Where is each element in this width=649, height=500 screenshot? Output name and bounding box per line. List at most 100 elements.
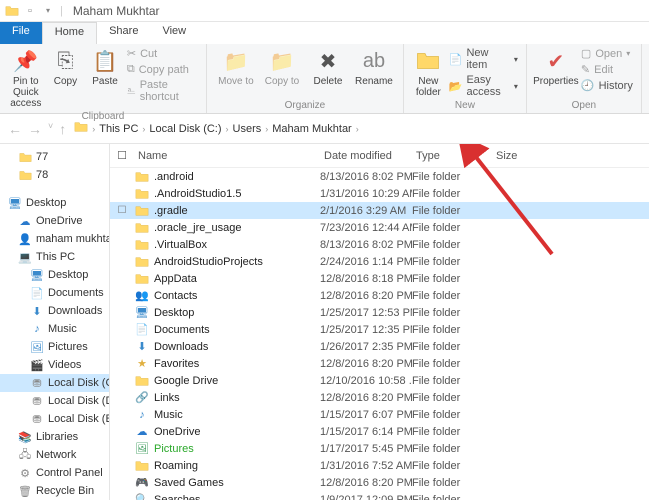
easy-access-button[interactable]: 📂Easy access▾ [447, 73, 520, 99]
file-row[interactable]: ☐.gradle2/1/2016 3:29 AMFile folder [110, 202, 649, 219]
cut-button[interactable]: ✂Cut [125, 46, 200, 61]
delete-button[interactable]: ✖Delete [305, 46, 351, 89]
sidebar-item[interactable]: ⬇Downloads [0, 302, 109, 320]
sidebar-item[interactable]: 🖥Desktop [0, 266, 109, 284]
file-row[interactable]: ☁OneDrive1/15/2017 6:14 PMFile folder [110, 423, 649, 440]
rename-button[interactable]: abRename [351, 46, 397, 89]
column-name[interactable]: Name [134, 150, 320, 162]
file-row[interactable]: .oracle_jre_usage7/23/2016 12:44 AMFile … [110, 219, 649, 236]
file-row[interactable]: 🎮Saved Games12/8/2016 8:20 PMFile folder [110, 474, 649, 491]
recent-dropdown[interactable]: ˅ [48, 121, 53, 137]
sidebar-item-network[interactable]: 🖧Network [0, 446, 109, 464]
breadcrumb-root-icon[interactable] [74, 120, 88, 137]
copy-path-button[interactable]: ⧉Copy path [125, 62, 200, 77]
file-row[interactable]: 👥Contacts12/8/2016 8:20 PMFile folder [110, 287, 649, 304]
sidebar-item[interactable]: 78 [0, 166, 109, 184]
breadcrumb-item[interactable]: Local Disk (C:) [149, 123, 221, 135]
up-button[interactable]: ↑ [59, 121, 66, 137]
sidebar-item[interactable]: 77 [0, 148, 109, 166]
file-list-pane: ☐ Name Date modified Type Size .android8… [110, 144, 649, 500]
properties-icon[interactable]: ▫ [22, 3, 38, 19]
history-button[interactable]: 🕘History [579, 78, 635, 93]
sidebar-item-controlpanel[interactable]: ⚙Control Panel [0, 464, 109, 482]
file-row[interactable]: AppData12/8/2016 8:18 PMFile folder [110, 270, 649, 287]
tab-view[interactable]: View [150, 22, 198, 44]
onedrive-icon: ☁ [134, 425, 150, 439]
paste-button[interactable]: 📋 Paste [85, 46, 125, 89]
file-row[interactable]: .VirtualBox8/13/2016 8:02 PMFile folder [110, 236, 649, 253]
file-date: 12/8/2016 8:20 PM [320, 477, 412, 489]
properties-button[interactable]: ✔Properties [533, 46, 579, 89]
sidebar-item[interactable]: 📄Documents [0, 284, 109, 302]
chevron-right-icon[interactable]: › [92, 124, 95, 134]
sidebar-item-onedrive[interactable]: ☁OneDrive [0, 212, 109, 230]
sidebar-item-thispc[interactable]: 💻This PC [0, 248, 109, 266]
sidebar-item[interactable]: ♪Music [0, 320, 109, 338]
tab-home[interactable]: Home [42, 22, 97, 44]
new-item-button[interactable]: 📄New item▾ [447, 46, 520, 72]
file-row[interactable]: Roaming1/31/2016 7:52 AMFile folder [110, 457, 649, 474]
file-row[interactable]: 🖥Desktop1/25/2017 12:53 PMFile folder [110, 304, 649, 321]
file-name: Contacts [154, 290, 320, 302]
breadcrumb-item[interactable]: This PC [99, 123, 138, 135]
chevron-right-icon[interactable]: › [265, 124, 268, 134]
copy-button[interactable]: ⎘ Copy [46, 46, 86, 89]
breadcrumb-item[interactable]: Users [233, 123, 262, 135]
breadcrumb[interactable]: › This PC › Local Disk (C:) › Users › Ma… [74, 120, 358, 137]
file-row[interactable]: 📄Documents1/25/2017 12:35 PMFile folder [110, 321, 649, 338]
sidebar-item-libraries[interactable]: 📚Libraries [0, 428, 109, 446]
open-button[interactable]: ▢Open▾ [579, 46, 635, 61]
sidebar-item[interactable]: 🎬Videos [0, 356, 109, 374]
file-name: .gradle [154, 205, 320, 217]
column-size[interactable]: Size [492, 150, 649, 162]
chevron-right-icon[interactable]: › [226, 124, 229, 134]
file-row[interactable]: Google Drive12/10/2016 10:58 ...File fol… [110, 372, 649, 389]
paste-shortcut-button[interactable]: ⎁Paste shortcut [125, 78, 200, 104]
select-all-checkbox[interactable]: ☐ [110, 149, 134, 162]
sidebar-item-user[interactable]: 👤maham mukhtar [0, 230, 109, 248]
file-row[interactable]: 🔍Searches1/9/2017 12:09 PMFile folder [110, 491, 649, 500]
back-button[interactable]: ← [8, 121, 22, 137]
ribbon-group-open: ✔Properties ▢Open▾ ✎Edit 🕘History Open [527, 44, 642, 113]
file-row[interactable]: .android8/13/2016 8:02 PMFile folder [110, 168, 649, 185]
file-row[interactable]: ⬇Downloads1/26/2017 2:35 PMFile folder [110, 338, 649, 355]
searches-icon: 🔍 [134, 493, 150, 500]
file-name: Documents [154, 324, 320, 336]
forward-button[interactable]: → [28, 121, 42, 137]
move-to-button[interactable]: 📁Move to [213, 46, 259, 89]
file-name: Searches [154, 494, 320, 500]
file-row[interactable]: .AndroidStudio1.51/31/2016 10:29 AMFile … [110, 185, 649, 202]
folder-icon [134, 272, 150, 286]
file-row[interactable]: 🔗Links12/8/2016 8:20 PMFile folder [110, 389, 649, 406]
file-name: .oracle_jre_usage [154, 222, 320, 234]
file-row[interactable]: ★Favorites12/8/2016 8:20 PMFile folder [110, 355, 649, 372]
column-date[interactable]: Date modified [320, 150, 412, 162]
sidebar-item[interactable]: 🖼Pictures [0, 338, 109, 356]
chevron-right-icon[interactable]: › [356, 124, 359, 134]
column-type[interactable]: Type [412, 150, 492, 162]
sidebar-item-desktop[interactable]: 🖥Desktop [0, 194, 109, 212]
row-checkbox[interactable]: ☐ [110, 205, 134, 216]
new-item-icon: 📄 [449, 53, 463, 66]
navigation-pane[interactable]: 77 78 🖥Desktop ☁OneDrive 👤maham mukhtar … [0, 144, 110, 500]
pin-quick-access-button[interactable]: 📌 Pin to Quick access [6, 46, 46, 111]
new-folder-button[interactable]: New folder [410, 46, 447, 100]
tab-share[interactable]: Share [97, 22, 150, 44]
file-type: File folder [412, 443, 492, 455]
file-name: .VirtualBox [154, 239, 320, 251]
breadcrumb-item[interactable]: Maham Mukhtar [272, 123, 351, 135]
sidebar-item[interactable]: ⛃Local Disk (D:) [0, 392, 109, 410]
dropdown-icon[interactable]: ▾ [40, 3, 56, 19]
sidebar-item[interactable]: ⛃Local Disk (E:) [0, 410, 109, 428]
sidebar-item-localdisk-c[interactable]: ⛃Local Disk (C:) [0, 374, 109, 392]
edit-button[interactable]: ✎Edit [579, 62, 635, 77]
file-name: OneDrive [154, 426, 320, 438]
chevron-right-icon[interactable]: › [142, 124, 145, 134]
file-row[interactable]: AndroidStudioProjects2/24/2016 1:14 PMFi… [110, 253, 649, 270]
file-row[interactable]: 🖼Pictures1/17/2017 5:45 PMFile folder [110, 440, 649, 457]
sidebar-item-recyclebin[interactable]: 🗑Recycle Bin [0, 482, 109, 500]
file-name: Links [154, 392, 320, 404]
copy-to-button[interactable]: 📁Copy to [259, 46, 305, 89]
tab-file[interactable]: File [0, 22, 42, 44]
file-row[interactable]: ♪Music1/15/2017 6:07 PMFile folder [110, 406, 649, 423]
